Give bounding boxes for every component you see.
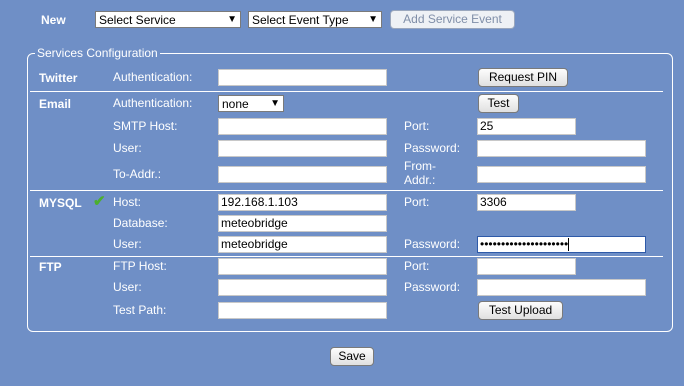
mysql-port-input[interactable]: 3306 [477, 194, 576, 211]
check-icon: ✔ [93, 193, 106, 210]
chevron-down-icon: ▼ [227, 14, 237, 25]
services-configuration-legend: Services Configuration [37, 46, 158, 60]
mysql-host-label: Host: [113, 195, 142, 209]
email-auth-label: Authentication: [113, 96, 193, 110]
from-addr-input[interactable] [477, 166, 646, 183]
event-type-select[interactable]: Select Event Type ▼ [248, 11, 382, 28]
email-port-label: Port: [404, 119, 430, 133]
test-upload-button[interactable]: Test Upload [478, 301, 563, 320]
email-test-button[interactable]: Test [478, 94, 519, 113]
twitter-auth-label: Authentication: [113, 70, 193, 84]
mysql-port-label: Port: [404, 195, 430, 209]
email-auth-select[interactable]: none ▼ [218, 95, 284, 112]
divider [30, 190, 663, 191]
mysql-password-label: Password: [404, 237, 461, 251]
add-service-event-button[interactable]: Add Service Event [390, 10, 515, 29]
email-section-title: Email [39, 97, 72, 111]
chevron-down-icon: ▼ [270, 98, 280, 109]
ftp-section-title: FTP [39, 260, 62, 274]
chevron-down-icon: ▼ [368, 14, 378, 25]
email-user-label: User: [113, 141, 142, 155]
from-addr-label-line2: Addr.: [404, 173, 436, 187]
to-addr-label: To-Addr.: [113, 167, 162, 181]
smtp-host-input[interactable] [218, 118, 387, 135]
service-select-value: Select Service [99, 13, 176, 27]
mysql-host-input[interactable]: 192.168.1.103 [218, 194, 387, 211]
page-edge-bottom [0, 386, 684, 390]
ftp-password-label: Password: [404, 280, 461, 294]
email-port-input[interactable]: 25 [477, 118, 576, 135]
mysql-user-label: User: [113, 237, 142, 251]
request-pin-button[interactable]: Request PIN [478, 68, 568, 87]
divider [30, 91, 663, 92]
email-auth-select-value: none [222, 97, 249, 111]
email-password-input[interactable] [477, 140, 646, 157]
divider [30, 256, 663, 257]
new-label: New [41, 13, 66, 27]
email-password-label: Password: [404, 141, 461, 155]
mysql-database-label: Database: [113, 216, 168, 230]
event-type-select-value: Select Event Type [252, 13, 349, 27]
mysql-database-input[interactable]: meteobridge [218, 215, 387, 232]
email-user-input[interactable] [218, 140, 387, 157]
ftp-host-input[interactable] [218, 258, 387, 275]
twitter-section-title: Twitter [39, 71, 78, 85]
save-button[interactable]: Save [330, 347, 374, 366]
ftp-user-label: User: [113, 280, 142, 294]
ftp-port-input[interactable] [477, 258, 576, 275]
test-path-label: Test Path: [113, 303, 167, 317]
ftp-host-label: FTP Host: [113, 259, 167, 273]
mysql-password-input[interactable]: ••••••••••••••••••••• [477, 236, 646, 253]
ftp-user-input[interactable] [218, 279, 387, 296]
from-addr-label-line1: From- [404, 159, 436, 173]
service-select[interactable]: Select Service ▼ [95, 11, 241, 28]
text-caret [568, 238, 570, 252]
ftp-port-label: Port: [404, 259, 430, 273]
to-addr-input[interactable] [218, 166, 387, 183]
mysql-password-value: ••••••••••••••••••••• [480, 237, 569, 251]
twitter-auth-input[interactable] [218, 69, 387, 86]
mysql-user-input[interactable]: meteobridge [218, 236, 387, 253]
mysql-section-title: MYSQL [39, 196, 82, 210]
page-edge-right [684, 0, 697, 390]
smtp-host-label: SMTP Host: [113, 119, 178, 133]
ftp-password-input[interactable] [477, 279, 646, 296]
test-path-input[interactable] [218, 302, 387, 319]
